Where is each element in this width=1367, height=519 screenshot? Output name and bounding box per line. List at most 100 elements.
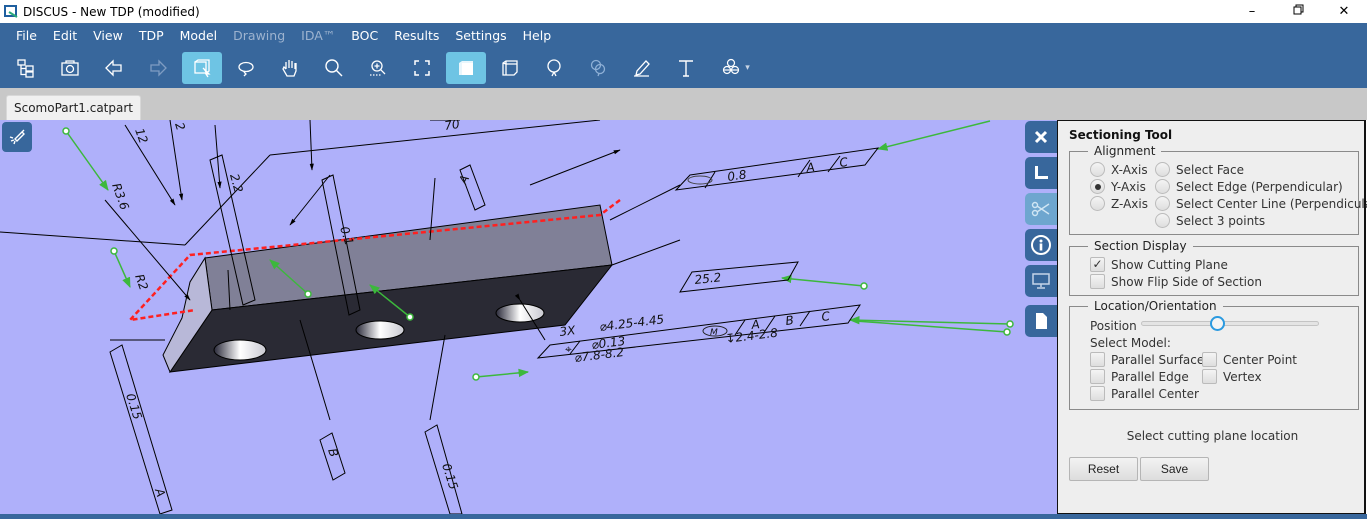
balloon-button[interactable] — [534, 52, 574, 84]
radio-z-axis[interactable]: Z-Axis — [1090, 195, 1148, 212]
model-tree-button[interactable] — [6, 52, 46, 84]
menu-drawing[interactable]: Drawing — [225, 23, 293, 48]
position-slider[interactable] — [1141, 316, 1319, 331]
hole-dia-text: ⌀4.25-4.45 — [599, 312, 665, 334]
text-icon — [679, 60, 693, 77]
menu-boc[interactable]: BOC — [343, 23, 386, 48]
text-button[interactable] — [666, 52, 706, 84]
checkbox[interactable] — [1090, 386, 1105, 401]
sectioning-button[interactable] — [1025, 193, 1057, 225]
checkbox-label: Vertex — [1223, 369, 1262, 384]
multi-balloon-button[interactable] — [578, 52, 618, 84]
fit-all-button[interactable] — [402, 52, 442, 84]
checkbox[interactable] — [1202, 369, 1217, 384]
forward-button[interactable] — [138, 52, 178, 84]
back-button[interactable] — [94, 52, 134, 84]
menu-file[interactable]: File — [8, 23, 45, 48]
checkbox[interactable] — [1202, 352, 1217, 367]
zoom-area-button[interactable] — [358, 52, 398, 84]
box-select-button[interactable] — [182, 52, 222, 84]
tab-scomopart1[interactable]: ScomoPart1.catpart — [6, 95, 141, 120]
checkbox-center-point[interactable]: Center Point — [1202, 351, 1297, 368]
screenshot-button[interactable] — [50, 52, 90, 84]
radio-circle[interactable] — [1155, 162, 1170, 177]
checkbox-parallel-edge[interactable]: Parallel Edge — [1090, 368, 1189, 385]
checkbox-show-cutting-plane[interactable]: ✓ Show Cutting Plane — [1090, 256, 1228, 273]
radio-select-center-line[interactable]: Select Center Line (Perpendicular) — [1155, 195, 1367, 212]
position-symbol-icon: ⌖ — [565, 342, 572, 356]
cbore-dia-text: ⌀7.8-8.2 — [574, 345, 625, 365]
menu-edit[interactable]: Edit — [45, 23, 85, 48]
menu-tdp[interactable]: TDP — [131, 23, 172, 48]
minimize-button[interactable]: – — [1229, 0, 1275, 23]
checkbox-checked[interactable]: ✓ — [1090, 257, 1105, 272]
assembly-dropdown-button[interactable]: ▾ — [710, 52, 760, 84]
flashlight-tool-button[interactable] — [2, 122, 32, 152]
radio-select-face[interactable]: Select Face — [1155, 161, 1244, 178]
menu-results[interactable]: Results — [386, 23, 447, 48]
profile-datum-c-text: C — [838, 155, 849, 170]
radio-label: Select 3 points — [1176, 213, 1266, 228]
radio-select-3-points[interactable]: Select 3 points — [1155, 212, 1265, 229]
window-title: DISCUS - New TDP (modified) — [23, 4, 200, 19]
info-button[interactable] — [1025, 229, 1057, 261]
menu-help[interactable]: Help — [515, 23, 560, 48]
menu-model[interactable]: Model — [172, 23, 226, 48]
position-slider-thumb[interactable] — [1209, 316, 1225, 331]
wireframe-view-button[interactable] — [490, 52, 530, 84]
menu-view[interactable]: View — [85, 23, 131, 48]
pan-button[interactable] — [270, 52, 310, 84]
checkbox-label: Parallel Surface — [1111, 352, 1205, 367]
close-icon: ✕ — [1338, 4, 1350, 19]
close-panel-button[interactable] — [1025, 121, 1057, 153]
save-button[interactable]: Save — [1140, 457, 1209, 481]
radio-circle[interactable] — [1155, 213, 1170, 228]
close-window-button[interactable]: ✕ — [1321, 0, 1367, 23]
markup-pencil-button[interactable] — [622, 52, 662, 84]
checkbox[interactable] — [1090, 352, 1105, 367]
radio-circle[interactable] — [1090, 196, 1105, 211]
shaded-view-button[interactable] — [446, 52, 486, 84]
back-arrow-icon — [105, 59, 122, 77]
checkbox-vertex[interactable]: Vertex — [1202, 368, 1262, 385]
restore-button[interactable] — [1275, 0, 1321, 23]
checkbox-parallel-surface[interactable]: Parallel Surface — [1090, 351, 1204, 368]
radio-select-edge[interactable]: Select Edge (Perpendicular) — [1155, 178, 1343, 195]
checkbox[interactable] — [1090, 274, 1105, 289]
dim-252-text: 25.2 — [694, 270, 722, 287]
checkbox-label: Parallel Center — [1111, 386, 1199, 401]
zoom-icon — [325, 59, 343, 77]
radio-y-axis[interactable]: Y-Axis — [1090, 178, 1146, 195]
position-label: Position — [1090, 318, 1137, 333]
checkbox-label: Show Flip Side of Section — [1111, 274, 1262, 289]
document-button[interactable] — [1025, 305, 1057, 337]
menu-ida[interactable]: IDA™ — [293, 23, 343, 48]
status-bar — [0, 514, 1367, 519]
checkbox-show-flip-side[interactable]: Show Flip Side of Section — [1090, 273, 1262, 290]
radio-circle-checked[interactable] — [1090, 179, 1105, 194]
panel-title: Sectioning Tool — [1069, 128, 1173, 142]
radio-circle[interactable] — [1090, 162, 1105, 177]
position-datum-c-text: C — [821, 309, 832, 324]
part-body[interactable] — [162, 204, 614, 374]
model-scene[interactable]: 70 12 2 2.2 R3.6 R2 0.1 A 0.8 A C 25.2 3… — [0, 120, 1058, 514]
section-display-group: Section Display ✓ Show Cutting Plane Show… — [1069, 239, 1359, 296]
alignment-legend: Alignment — [1088, 144, 1162, 158]
position-count-text: 3X — [559, 323, 577, 339]
checkbox[interactable] — [1090, 369, 1105, 384]
menu-settings[interactable]: Settings — [447, 23, 514, 48]
measure-button[interactable] — [1025, 157, 1057, 189]
rotate-icon — [238, 61, 254, 77]
zoom-button[interactable] — [314, 52, 354, 84]
radio-circle[interactable] — [1155, 196, 1170, 211]
radio-x-axis[interactable]: X-Axis — [1090, 161, 1148, 178]
rotate-button[interactable] — [226, 52, 266, 84]
display-button[interactable] — [1025, 265, 1057, 297]
reset-button[interactable]: Reset — [1069, 457, 1138, 481]
3d-viewport[interactable]: 70 12 2 2.2 R3.6 R2 0.1 A 0.8 A C 25.2 3… — [0, 120, 1058, 514]
restore-icon — [1293, 4, 1304, 19]
radio-circle[interactable] — [1155, 179, 1170, 194]
close-icon — [1034, 130, 1048, 144]
wireframe-view-icon — [502, 60, 518, 76]
checkbox-parallel-center[interactable]: Parallel Center — [1090, 385, 1199, 402]
